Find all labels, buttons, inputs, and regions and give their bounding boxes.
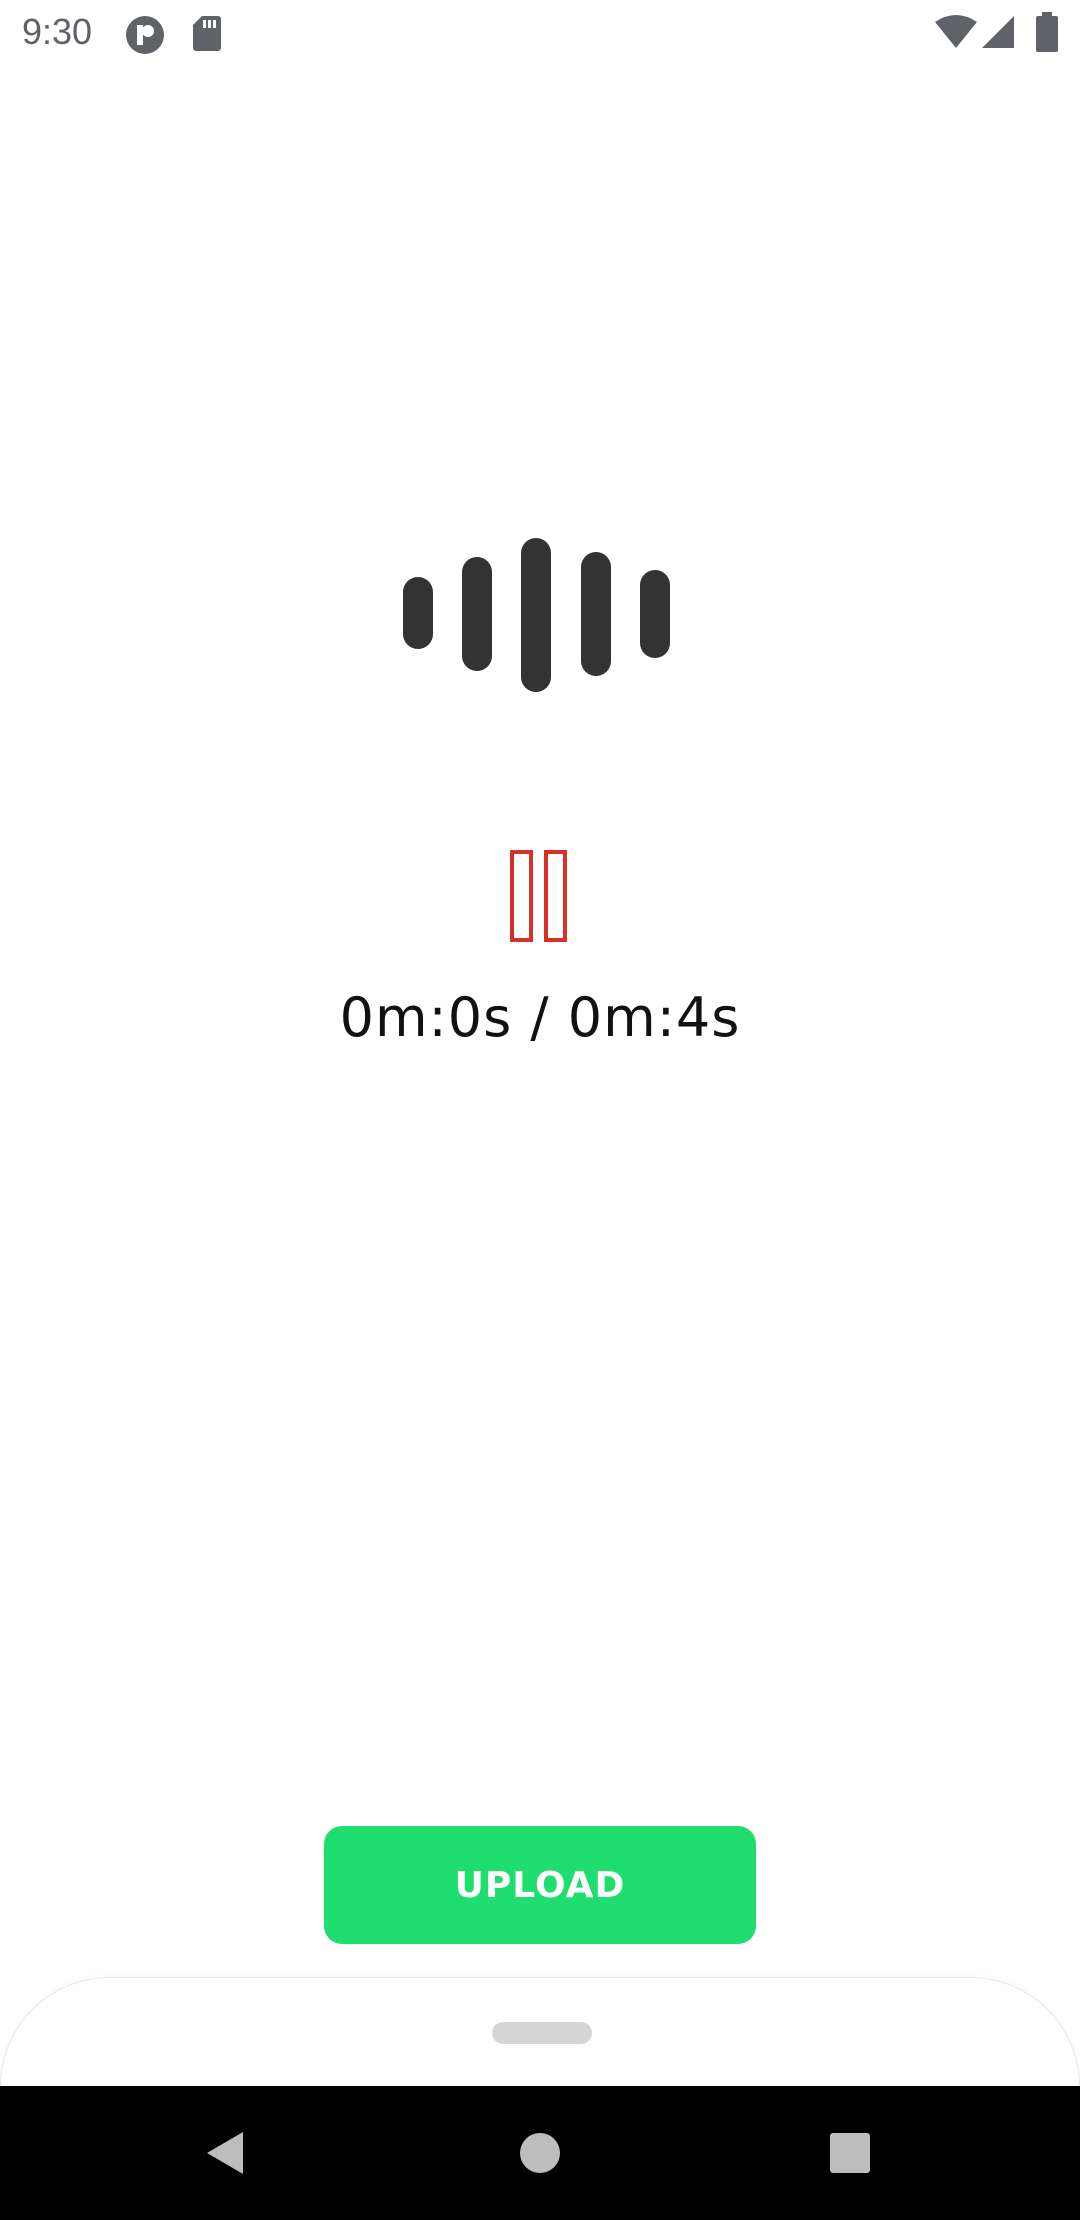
recents-button[interactable] — [790, 2086, 910, 2220]
back-button[interactable] — [166, 2086, 286, 2220]
playback-time: 0m:0s / 0m:4s — [339, 986, 741, 1049]
audio-waveform-icon — [380, 520, 700, 700]
battery-icon — [1036, 12, 1058, 56]
upload-button[interactable]: UPLOAD — [324, 1826, 756, 1944]
home-button[interactable] — [480, 2086, 600, 2220]
cellular-signal-icon — [980, 14, 1016, 54]
drag-handle[interactable] — [492, 2022, 592, 2044]
recents-icon — [830, 2133, 870, 2173]
waveform-bar — [403, 577, 433, 649]
status-time: 9:30 — [22, 11, 93, 52]
wifi-icon — [934, 14, 978, 54]
audio-player-screen: 9:30 0m:0s / 0m:4s UPLOAD — [0, 0, 1080, 2220]
notification-app-icon — [124, 14, 166, 60]
waveform-bar — [640, 570, 670, 658]
sd-card-icon — [192, 14, 222, 56]
pause-icon — [510, 850, 533, 942]
status-bar: 9:30 — [0, 0, 1080, 66]
back-icon — [207, 2132, 243, 2174]
waveform-bar — [521, 538, 551, 692]
waveform-bar — [581, 552, 611, 676]
waveform-bar — [462, 557, 492, 671]
home-icon — [520, 2133, 560, 2173]
pause-button[interactable] — [505, 850, 573, 942]
pause-icon — [544, 850, 567, 942]
navigation-bar — [0, 2086, 1080, 2220]
